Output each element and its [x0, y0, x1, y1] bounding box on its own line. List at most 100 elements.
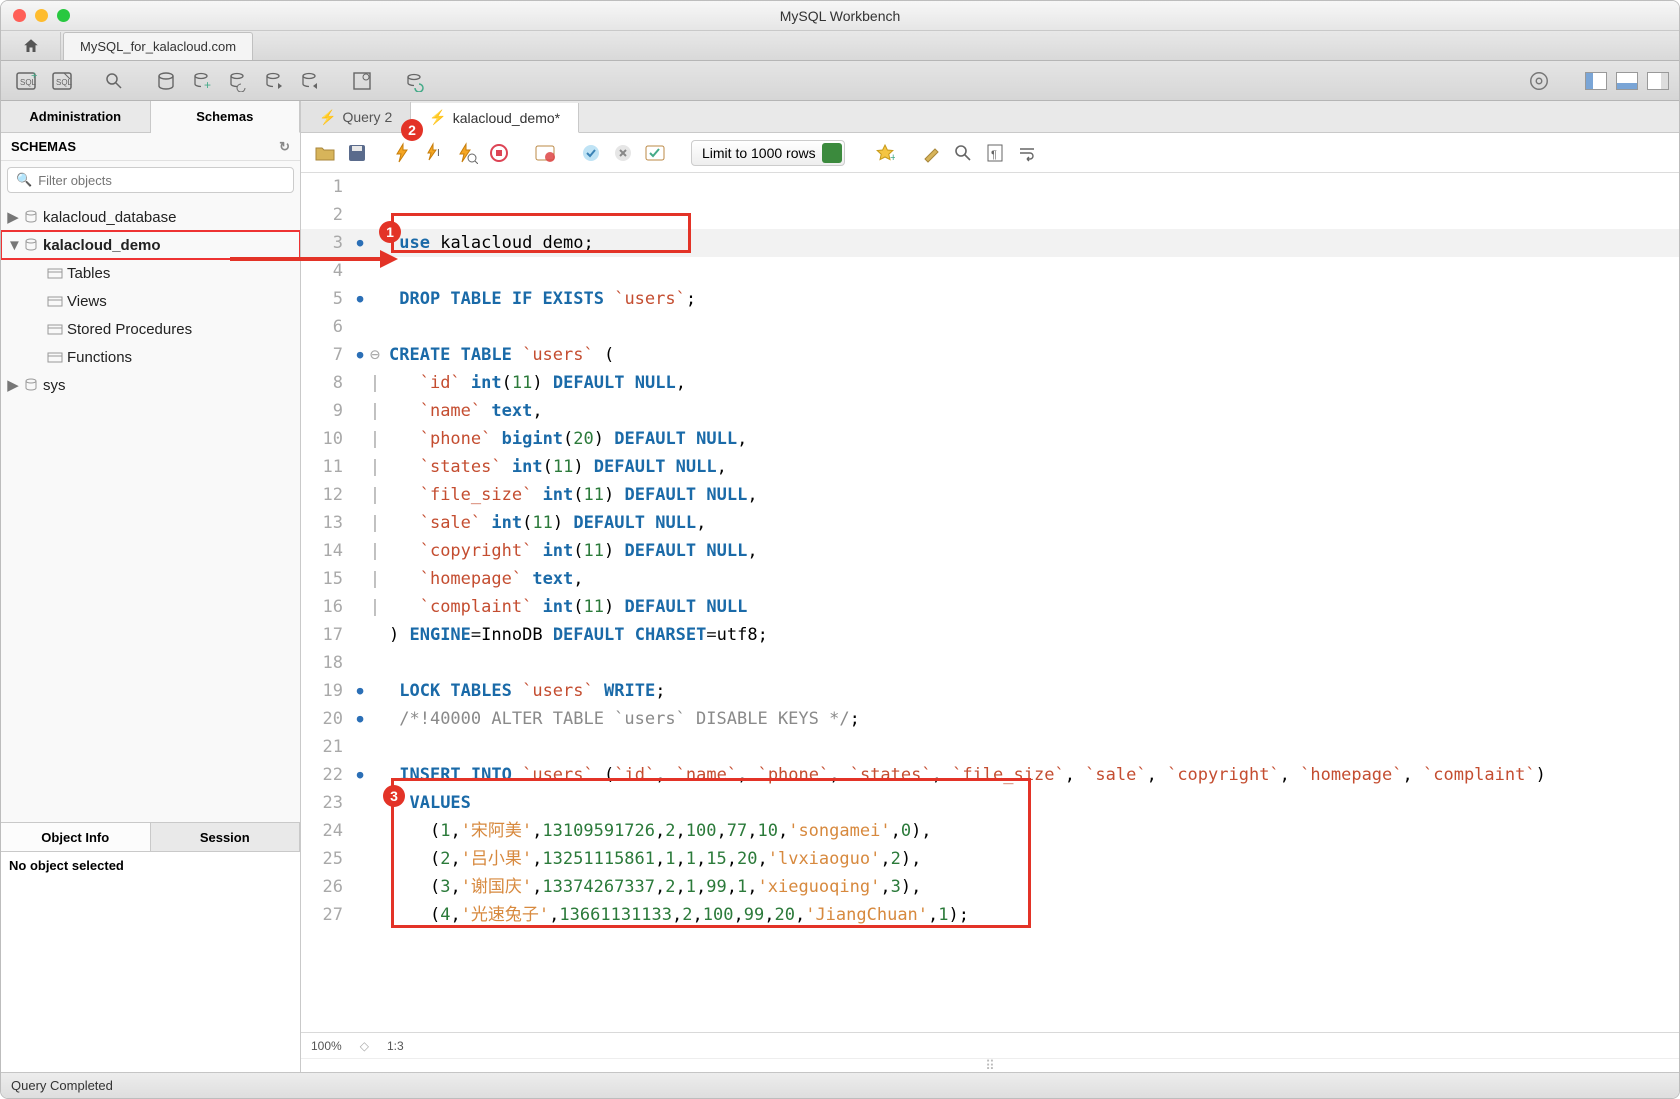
- sql-editor[interactable]: 1 3 123● use kalacloud_demo;45● DROP TAB…: [301, 173, 1679, 1032]
- fold-gutter[interactable]: [367, 901, 383, 929]
- breakpoint-gutter[interactable]: [353, 425, 367, 453]
- execute-icon[interactable]: [389, 139, 417, 167]
- connection-tab[interactable]: MySQL_for_kalacloud.com: [63, 32, 253, 60]
- fold-gutter[interactable]: [367, 873, 383, 901]
- fold-gutter[interactable]: |: [367, 425, 383, 453]
- toggle-sidebar-icon[interactable]: [1585, 72, 1607, 90]
- schema-tree-item[interactable]: Tables: [1, 259, 300, 287]
- breakpoint-gutter[interactable]: [353, 733, 367, 761]
- settings-gear-icon[interactable]: [1524, 66, 1554, 96]
- home-button[interactable]: [1, 32, 61, 60]
- favorite-icon[interactable]: +: [871, 139, 899, 167]
- fold-gutter[interactable]: [367, 733, 383, 761]
- fold-gutter[interactable]: [367, 817, 383, 845]
- open-file-icon[interactable]: [311, 139, 339, 167]
- db-add-icon[interactable]: +: [187, 66, 217, 96]
- autocommit-icon[interactable]: [641, 139, 669, 167]
- code-line[interactable]: 18: [301, 649, 1679, 677]
- breakpoint-gutter[interactable]: [353, 313, 367, 341]
- breakpoint-gutter[interactable]: [353, 789, 367, 817]
- fold-gutter[interactable]: [367, 845, 383, 873]
- limit-rows-select[interactable]: Limit to 1000 rows: [691, 140, 845, 166]
- breakpoint-gutter[interactable]: ●: [353, 677, 367, 705]
- breakpoint-gutter[interactable]: [353, 537, 367, 565]
- save-file-icon[interactable]: [343, 139, 371, 167]
- breakpoint-gutter[interactable]: [353, 201, 367, 229]
- fold-gutter[interactable]: [367, 621, 383, 649]
- reconnect-icon[interactable]: [399, 66, 429, 96]
- editor-tab[interactable]: ⚡kalacloud_demo*: [411, 103, 579, 133]
- code-line[interactable]: 13| `sale` int(11) DEFAULT NULL,: [301, 509, 1679, 537]
- toggle-secondary-sidebar-icon[interactable]: [1647, 72, 1669, 90]
- beautify-icon[interactable]: [917, 139, 945, 167]
- code-line[interactable]: 23 VALUES: [301, 789, 1679, 817]
- breakpoint-gutter[interactable]: [353, 369, 367, 397]
- refresh-schemas-icon[interactable]: ↻: [279, 139, 290, 155]
- fold-gutter[interactable]: |: [367, 481, 383, 509]
- db-back-icon[interactable]: [259, 66, 289, 96]
- code-line[interactable]: 20● /*!40000 ALTER TABLE `users` DISABLE…: [301, 705, 1679, 733]
- code-line[interactable]: 27 (4,'光速兔子',13661131133,2,100,99,20,'Ji…: [301, 901, 1679, 929]
- find-icon[interactable]: [949, 139, 977, 167]
- schema-tree-item[interactable]: ▶kalacloud_database: [1, 203, 300, 231]
- code-line[interactable]: 2: [301, 201, 1679, 229]
- fold-gutter[interactable]: [367, 173, 383, 201]
- fold-gutter[interactable]: [367, 705, 383, 733]
- code-line[interactable]: 21: [301, 733, 1679, 761]
- breakpoint-gutter[interactable]: ●: [353, 285, 367, 313]
- fold-gutter[interactable]: |: [367, 453, 383, 481]
- code-line[interactable]: 25 (2,'吕小果',13251115861,1,1,15,20,'lvxia…: [301, 845, 1679, 873]
- code-line[interactable]: 10| `phone` bigint(20) DEFAULT NULL,: [301, 425, 1679, 453]
- breakpoint-gutter[interactable]: [353, 565, 367, 593]
- code-line[interactable]: 17) ENGINE=InnoDB DEFAULT CHARSET=utf8;: [301, 621, 1679, 649]
- code-line[interactable]: 9| `name` text,: [301, 397, 1679, 425]
- toggle-limit-icon[interactable]: [531, 139, 559, 167]
- schema-tree-item[interactable]: Functions: [1, 343, 300, 371]
- fold-gutter[interactable]: |: [367, 509, 383, 537]
- session-tab[interactable]: Session: [151, 823, 301, 851]
- code-line[interactable]: 3● use kalacloud_demo;: [301, 229, 1679, 257]
- filter-objects-field[interactable]: [38, 173, 285, 188]
- schema-tree-item[interactable]: ▶sys: [1, 371, 300, 399]
- output-drag-handle[interactable]: ⠿: [301, 1058, 1679, 1072]
- breakpoint-gutter[interactable]: [353, 173, 367, 201]
- wrap-icon[interactable]: [1013, 139, 1041, 167]
- schemas-tab[interactable]: Schemas: [151, 101, 301, 133]
- breakpoint-gutter[interactable]: ●: [353, 341, 367, 369]
- fold-gutter[interactable]: |: [367, 369, 383, 397]
- code-line[interactable]: 6: [301, 313, 1679, 341]
- code-line[interactable]: 7●⊖CREATE TABLE `users` (: [301, 341, 1679, 369]
- code-line[interactable]: 26 (3,'谢国庆',13374267337,2,1,99,1,'xieguo…: [301, 873, 1679, 901]
- open-sql-script-icon[interactable]: SQL: [47, 66, 77, 96]
- code-line[interactable]: 15| `homepage` text,: [301, 565, 1679, 593]
- fold-gutter[interactable]: |: [367, 565, 383, 593]
- breakpoint-gutter[interactable]: [353, 649, 367, 677]
- breakpoint-gutter[interactable]: ●: [353, 229, 367, 257]
- fold-gutter[interactable]: ⊖: [367, 341, 383, 369]
- new-sql-tab-icon[interactable]: SQL+: [11, 66, 41, 96]
- code-line[interactable]: 16| `complaint` int(11) DEFAULT NULL: [301, 593, 1679, 621]
- breakpoint-gutter[interactable]: [353, 593, 367, 621]
- db-sync-icon[interactable]: [223, 66, 253, 96]
- schema-tree-item[interactable]: ▼kalacloud_demo: [1, 231, 300, 259]
- fold-gutter[interactable]: |: [367, 537, 383, 565]
- breakpoint-gutter[interactable]: [353, 901, 367, 929]
- inspector-icon[interactable]: [99, 66, 129, 96]
- invisible-chars-icon[interactable]: ¶: [981, 139, 1009, 167]
- zoom-window-button[interactable]: [57, 9, 70, 22]
- breakpoint-gutter[interactable]: ●: [353, 705, 367, 733]
- code-line[interactable]: 14| `copyright` int(11) DEFAULT NULL,: [301, 537, 1679, 565]
- fold-gutter[interactable]: [367, 649, 383, 677]
- code-line[interactable]: 5● DROP TABLE IF EXISTS `users`;: [301, 285, 1679, 313]
- breakpoint-gutter[interactable]: [353, 481, 367, 509]
- db-icon[interactable]: [151, 66, 181, 96]
- filter-objects-input[interactable]: 🔍: [7, 167, 294, 193]
- breakpoint-gutter[interactable]: [353, 817, 367, 845]
- db-forward-icon[interactable]: [295, 66, 325, 96]
- breakpoint-gutter[interactable]: [353, 397, 367, 425]
- toggle-output-icon[interactable]: [1616, 72, 1638, 90]
- explain-icon[interactable]: [453, 139, 481, 167]
- fold-gutter[interactable]: |: [367, 397, 383, 425]
- editor-tab[interactable]: ⚡Query 2: [301, 102, 411, 132]
- rollback-icon[interactable]: [609, 139, 637, 167]
